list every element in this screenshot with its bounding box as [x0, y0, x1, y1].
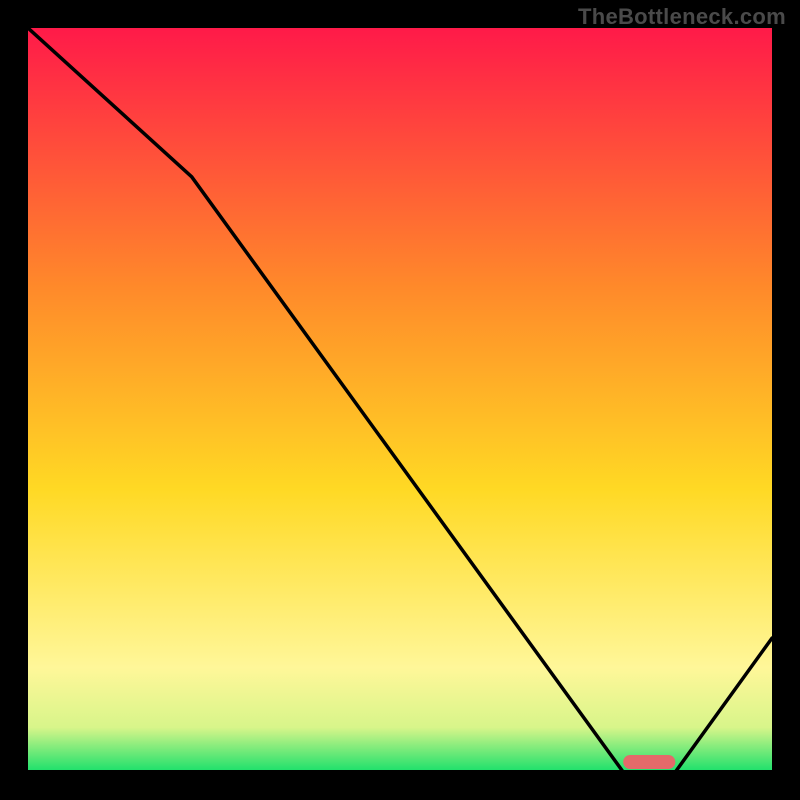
watermark-text: TheBottleneck.com [578, 4, 786, 30]
plot-svg [28, 28, 772, 772]
bottleneck-curve-plot [28, 28, 772, 772]
gradient-background [28, 28, 772, 772]
optimal-range-marker [623, 755, 675, 769]
chart-container: TheBottleneck.com [0, 0, 800, 800]
